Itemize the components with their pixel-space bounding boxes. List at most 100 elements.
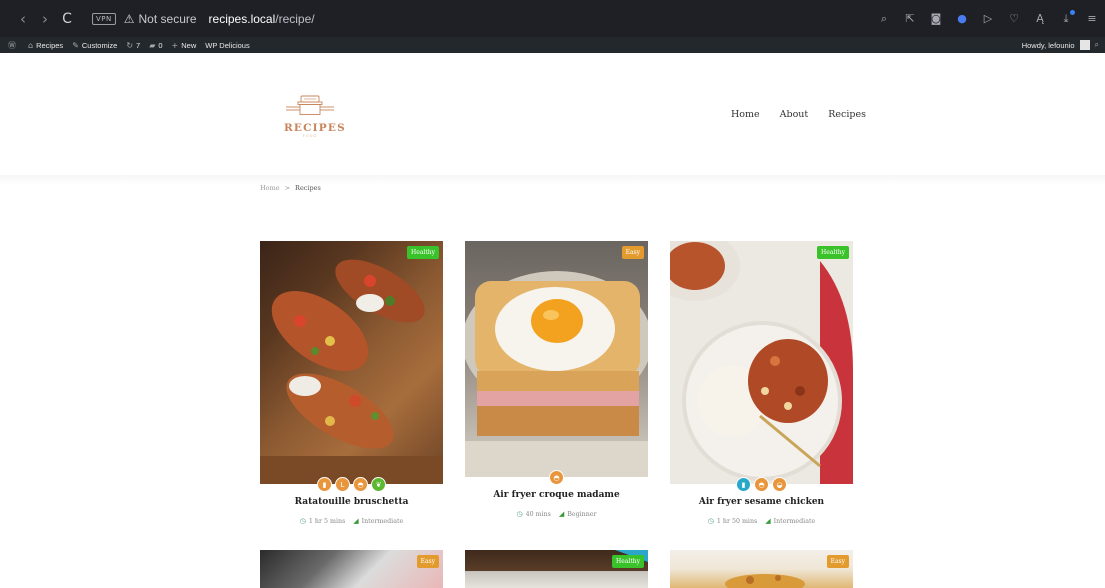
vegetarian-icon[interactable]: ❦ bbox=[371, 477, 386, 492]
recipe-card[interactable]: Easy bbox=[670, 550, 853, 588]
recipe-meta: ◷ 1 hr 5 mins ◢ Intermediate bbox=[260, 517, 443, 525]
recipe-card[interactable]: Healthy ▮ ◓ ◒ Air fryer sesame chicken ◷… bbox=[670, 241, 853, 531]
recipe-title[interactable]: Air fryer sesame chicken bbox=[670, 497, 853, 507]
logo-text: RECIPES bbox=[284, 122, 346, 134]
header-divider bbox=[0, 175, 1105, 185]
logo-subtext: FOOD bbox=[302, 134, 318, 138]
recipe-card[interactable]: Easy ◓ Air fryer croque madame ◷ 40 mins … bbox=[465, 241, 648, 521]
comments-icon: ▰ bbox=[149, 40, 156, 50]
browser-toolbar: ‹ › C VPN ⚠ Not secure recipes.local/rec… bbox=[0, 0, 1105, 37]
recipe-title[interactable]: Ratatouille bruschetta bbox=[260, 497, 443, 507]
profile-icon[interactable]: Ą bbox=[1033, 12, 1047, 25]
site-icon: ⌂ bbox=[28, 40, 34, 50]
category-icons: ◓ bbox=[465, 470, 648, 485]
plus-icon: + bbox=[171, 40, 179, 50]
recipe-level: ◢ Intermediate bbox=[353, 517, 404, 525]
recipe-level: ◢ Beginner bbox=[558, 510, 597, 518]
address-bar[interactable]: recipes.local/recipe/ bbox=[209, 12, 315, 26]
shield-icon[interactable]: ● bbox=[955, 12, 969, 25]
wp-bar-label: 0 bbox=[158, 40, 163, 50]
bowl-icon[interactable]: ◓ bbox=[754, 477, 769, 492]
recipe-image[interactable]: Healthy bbox=[465, 550, 648, 588]
wp-admin-bar: Ⓦ ⌂ Recipes ✎ Customize ↻ 7 ▰ 0 + New WP Deli… bbox=[0, 37, 1105, 53]
recipe-card[interactable]: Healthy bbox=[465, 550, 648, 588]
nav-about[interactable]: About bbox=[780, 109, 809, 120]
recipe-card[interactable]: Healthy ▮ L ◓ ❦ Ratatouille bruschetta ◷… bbox=[260, 241, 443, 531]
category-icons: ▮ ◓ ◒ bbox=[670, 477, 853, 492]
howdy-label: Howdy, lefounio bbox=[1021, 40, 1075, 50]
wp-bar-label: Customize bbox=[81, 40, 118, 50]
wp-bar-label: 7 bbox=[136, 40, 141, 50]
recipe-image[interactable]: Healthy bbox=[260, 241, 443, 484]
customize-icon: ✎ bbox=[72, 40, 79, 50]
wp-bar-label: Recipes bbox=[36, 40, 64, 50]
camera-icon[interactable]: ◙ bbox=[929, 12, 943, 25]
send-icon[interactable]: ▷ bbox=[981, 12, 995, 25]
wordpress-logo-icon[interactable]: Ⓦ bbox=[8, 40, 19, 51]
lunch-icon[interactable]: L bbox=[335, 477, 350, 492]
recipe-time: ◷ 1 hr 5 mins bbox=[299, 517, 346, 525]
drink-icon[interactable]: ▮ bbox=[736, 477, 751, 492]
heart-icon[interactable]: ♡ bbox=[1007, 12, 1021, 25]
wp-bar-item-site[interactable]: ⌂ Recipes bbox=[28, 41, 63, 50]
reload-icon[interactable]: C bbox=[56, 11, 78, 27]
share-icon[interactable]: ⇱ bbox=[903, 12, 917, 25]
url-host: recipes.local bbox=[208, 11, 276, 26]
difficulty-icon: ◢ bbox=[765, 517, 771, 525]
category-icons: ▮ L ◓ ❦ bbox=[260, 477, 443, 492]
wp-bar-item-delicious[interactable]: WP Delicious bbox=[205, 41, 249, 50]
back-icon[interactable]: ‹ bbox=[12, 10, 34, 28]
difficulty-icon: ◢ bbox=[558, 510, 565, 518]
url-path: /recipe/ bbox=[275, 11, 315, 26]
avatar bbox=[1079, 40, 1090, 50]
clock-icon: ◷ bbox=[707, 517, 714, 525]
updates-icon: ↻ bbox=[126, 40, 134, 50]
wp-bar-item-customize[interactable]: ✎ Customize bbox=[72, 41, 117, 50]
recipe-badge: Healthy bbox=[612, 555, 644, 568]
download-icon[interactable]: ⤓ bbox=[1059, 9, 1075, 26]
security-label[interactable]: Not secure bbox=[139, 12, 197, 26]
recipe-meta: ◷ 1 hr 50 mins ◢ Intermediate bbox=[670, 517, 853, 525]
wp-bar-item-updates[interactable]: ↻ 7 bbox=[126, 41, 140, 50]
drink-icon[interactable]: ▮ bbox=[317, 477, 332, 492]
wp-bar-label: WP Delicious bbox=[205, 40, 250, 50]
recipe-badge: Healthy bbox=[407, 246, 439, 259]
clock-icon: ◷ bbox=[516, 510, 523, 518]
recipe-time: ◷ 40 mins bbox=[516, 510, 551, 518]
nav-home[interactable]: Home bbox=[731, 109, 760, 120]
breadcrumb-home[interactable]: Home bbox=[260, 184, 280, 192]
recipe-image[interactable]: Easy bbox=[670, 550, 853, 588]
recipe-badge: Easy bbox=[826, 555, 849, 568]
forward-icon[interactable]: › bbox=[34, 10, 56, 28]
search-icon[interactable]: ⌕ bbox=[1095, 40, 1099, 50]
nav-recipes[interactable]: Recipes bbox=[828, 109, 866, 120]
pot-icon[interactable]: ◒ bbox=[772, 477, 787, 492]
search-icon[interactable]: ⌕ bbox=[877, 12, 891, 26]
site-logo[interactable]: RECIPES FOOD bbox=[284, 95, 346, 138]
vpn-badge[interactable]: VPN bbox=[92, 12, 116, 25]
wp-bar-item-comments[interactable]: ▰ 0 bbox=[149, 41, 162, 50]
breadcrumb: Home > Recipes bbox=[260, 184, 321, 192]
recipe-title[interactable]: Air fryer croque madame bbox=[465, 490, 648, 500]
breadcrumb-current: Recipes bbox=[295, 184, 321, 192]
browser-actions: ⌕ ⇱ ◙ ● ▷ ♡ Ą ⤓ ≡ bbox=[877, 0, 1105, 37]
recipe-image[interactable]: Easy bbox=[465, 241, 648, 477]
recipe-image[interactable]: Healthy bbox=[670, 241, 853, 484]
wp-bar-label: New bbox=[181, 40, 197, 50]
main-navigation: Home About Recipes bbox=[731, 109, 866, 120]
pot-icon bbox=[286, 95, 334, 115]
recipe-badge: Easy bbox=[621, 246, 644, 259]
wp-bar-account[interactable]: Howdy, lefounio ⌕ bbox=[1022, 37, 1099, 53]
recipe-level: ◢ Intermediate bbox=[765, 517, 816, 525]
warning-icon[interactable]: ⚠ bbox=[124, 12, 135, 26]
clock-icon: ◷ bbox=[299, 517, 306, 525]
menu-icon[interactable]: ≡ bbox=[1085, 12, 1099, 25]
bowl-icon[interactable]: ◓ bbox=[353, 477, 368, 492]
wp-bar-item-new[interactable]: + New bbox=[172, 41, 197, 50]
difficulty-icon: ◢ bbox=[353, 517, 359, 525]
recipe-image[interactable]: Easy bbox=[260, 550, 443, 588]
bowl-icon[interactable]: ◓ bbox=[549, 470, 564, 485]
recipe-meta: ◷ 40 mins ◢ Beginner bbox=[465, 510, 648, 518]
recipe-card[interactable]: Easy bbox=[260, 550, 443, 588]
site-header: RECIPES FOOD Home About Recipes bbox=[0, 53, 1105, 175]
